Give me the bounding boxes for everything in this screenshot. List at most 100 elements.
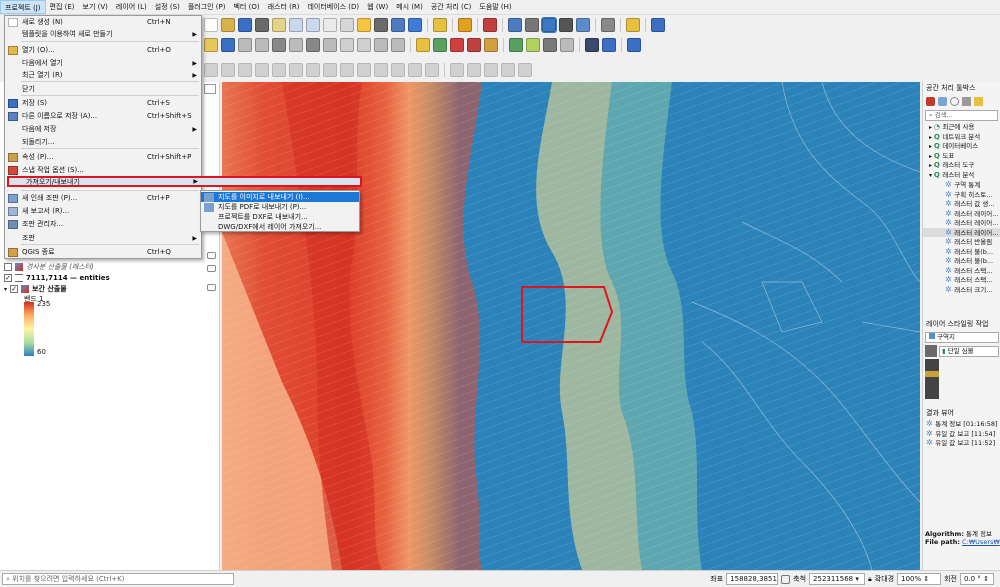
- tool-button-icon[interactable]: [306, 38, 320, 52]
- project-menu-item-0[interactable]: 새로 생성 (N) Ctrl+N: [5, 16, 201, 28]
- tool-button-icon[interactable]: [483, 18, 497, 32]
- tool-button-icon[interactable]: [289, 38, 303, 52]
- result-item[interactable]: ✲ 통계 정보 [01:16:58]: [923, 419, 1000, 429]
- tool-button-icon[interactable]: [626, 18, 640, 32]
- tool-button-icon[interactable]: [272, 18, 286, 32]
- result-item[interactable]: ✲ 유일 값 보고 [11:52]: [923, 438, 1000, 448]
- layer-indicator-icon[interactable]: [207, 265, 216, 272]
- tool-button-icon[interactable]: [204, 18, 218, 32]
- run-icon[interactable]: [926, 96, 935, 106]
- tool-button-icon[interactable]: [391, 38, 405, 52]
- menu-12[interactable]: 도움말 (H): [475, 0, 515, 14]
- toolbox-item-5[interactable]: ▾ Q 래스터 분석: [923, 171, 1000, 181]
- tool-button-icon[interactable]: [340, 63, 354, 77]
- tool-button-icon[interactable]: [374, 38, 388, 52]
- scale-field[interactable]: 252311568 ▾: [809, 573, 866, 585]
- toolbox-item-17[interactable]: ✲ 래스터 크기...: [923, 285, 1000, 295]
- menu-4[interactable]: 설정 (S): [151, 0, 184, 14]
- history-icon[interactable]: [938, 96, 947, 106]
- tool-button-icon[interactable]: [255, 18, 269, 32]
- project-menu-item-17[interactable]: QGIS 종료 Ctrl+Q: [5, 246, 201, 258]
- project-menu-item-16[interactable]: 조판 ▶: [5, 232, 201, 244]
- tool-button-icon[interactable]: [238, 38, 252, 52]
- toolbox-item-7[interactable]: ✲ 구획 히스토...: [923, 190, 1000, 200]
- project-menu-item-13[interactable]: 새 인쇄 조판 (P)... Ctrl+P: [5, 192, 201, 204]
- tool-button-icon[interactable]: [433, 18, 447, 32]
- tool-button-icon[interactable]: [238, 63, 252, 77]
- result-item[interactable]: ✲ 유일 값 보고 [11:54]: [923, 429, 1000, 439]
- project-menu-item-5[interactable]: 닫기: [5, 83, 201, 95]
- tool-button-icon[interactable]: [501, 63, 515, 77]
- tool-button-icon[interactable]: [525, 18, 539, 32]
- layer-indicator-icon[interactable]: [207, 252, 216, 259]
- menu-9[interactable]: 웹 (W): [363, 0, 392, 14]
- toolbox-item-12[interactable]: ✲ 래스터 반올림: [923, 237, 1000, 247]
- tool-button-icon[interactable]: [467, 63, 481, 77]
- menu-10[interactable]: 메시 (M): [392, 0, 427, 14]
- tool-button-icon[interactable]: [602, 38, 616, 52]
- tool-button-icon[interactable]: [289, 63, 303, 77]
- tool-button-icon[interactable]: [204, 38, 218, 52]
- export-submenu-item-3[interactable]: DWG/DXF에서 레이어 가져오기...: [201, 222, 359, 232]
- lock-icon[interactable]: 🔒︎: [868, 575, 872, 584]
- tool-button-icon[interactable]: [601, 18, 615, 32]
- tool-button-icon[interactable]: [357, 18, 371, 32]
- project-menu-item-10[interactable]: 속성 (P)... Ctrl+Shift+P: [5, 151, 201, 163]
- tool-button-icon[interactable]: [467, 38, 481, 52]
- menu-5[interactable]: 플러그인 (P): [184, 0, 230, 14]
- tool-button-icon[interactable]: [357, 63, 371, 77]
- toolbox-item-9[interactable]: ✲ 래스터 레이어...: [923, 209, 1000, 219]
- menu-7[interactable]: 래스터 (R): [264, 0, 304, 14]
- tool-button-icon[interactable]: [518, 63, 532, 77]
- tool-button-icon[interactable]: [509, 38, 523, 52]
- tool-button-icon[interactable]: [323, 18, 337, 32]
- tool-button-icon[interactable]: [408, 18, 422, 32]
- project-menu-item-3[interactable]: 다음에서 열기 ▶: [5, 57, 201, 69]
- tool-button-icon[interactable]: [391, 18, 405, 32]
- renderer-select[interactable]: ▮ 단일 심볼: [939, 345, 999, 357]
- tool-button-icon[interactable]: [255, 38, 269, 52]
- project-menu-item-6[interactable]: 저장 (S) Ctrl+S: [5, 97, 201, 109]
- tool-button-icon[interactable]: [323, 63, 337, 77]
- tool-button-icon[interactable]: [323, 38, 337, 52]
- project-menu-item-8[interactable]: 다음에 저장 ▶: [5, 123, 201, 135]
- results-icon[interactable]: [962, 96, 971, 106]
- tool-button-icon[interactable]: [374, 63, 388, 77]
- clock-icon[interactable]: [950, 96, 959, 106]
- tool-button-icon[interactable]: [272, 63, 286, 77]
- toolbox-item-11[interactable]: ✲ 래스터 레이어...: [923, 227, 1000, 237]
- layer-row-slope[interactable]: 경사분 산출물 (래스터): [4, 262, 94, 272]
- tool-button-icon[interactable]: [484, 38, 498, 52]
- project-menu-item-15[interactable]: 조판 관리자...: [5, 218, 201, 230]
- toolbox-item-14[interactable]: ✲ 래스터 불(b...: [923, 256, 1000, 266]
- tool-button-icon[interactable]: [272, 38, 286, 52]
- export-submenu-item-0[interactable]: 지도를 이미지로 내보내기 (I)...: [201, 192, 359, 202]
- project-menu-item-9[interactable]: 되돌리기...: [5, 136, 201, 148]
- menu-11[interactable]: 공간 처리 (C): [427, 0, 476, 14]
- style-tabs-icon[interactable]: [925, 345, 937, 357]
- toolbox-item-8[interactable]: ✲ 래스터 값 생...: [923, 199, 1000, 209]
- options-icon[interactable]: [974, 96, 983, 106]
- toolbox-item-10[interactable]: ✲ 래스터 레이어...: [923, 218, 1000, 228]
- coordinate-field[interactable]: 158828,385108: [726, 573, 779, 585]
- layer-checkbox[interactable]: [4, 263, 12, 271]
- layer-row-interpolation[interactable]: ▾ ✓ 보간 산출물: [4, 284, 67, 294]
- project-menu-item-1[interactable]: 템플릿을 이용하여 새로 만들기 ▶: [5, 28, 201, 40]
- tool-button-icon[interactable]: [204, 63, 218, 77]
- style-layer-select[interactable]: 구역지: [925, 332, 999, 343]
- tool-button-icon[interactable]: [255, 63, 269, 77]
- tool-button-icon[interactable]: [651, 18, 665, 32]
- project-menu-item-14[interactable]: 새 보고서 (R)...: [5, 205, 201, 217]
- export-submenu-item-1[interactable]: 지도를 PDF로 내보내기 (P)...: [201, 202, 359, 212]
- locator-input[interactable]: ⌕ 위치를 찾으려면 입력하세요 (Ctrl+K): [2, 573, 234, 585]
- tool-button-icon[interactable]: [450, 38, 464, 52]
- panel-close-icon[interactable]: [204, 96, 216, 106]
- tool-button-icon[interactable]: [541, 17, 557, 33]
- coordinate-toggle-icon[interactable]: [781, 574, 791, 584]
- tool-button-icon[interactable]: [559, 18, 573, 32]
- filepath-link[interactable]: C:₩Users₩: [962, 538, 1000, 546]
- tool-button-icon[interactable]: [221, 18, 235, 32]
- tool-button-icon[interactable]: [585, 38, 599, 52]
- layer-row-entities[interactable]: ✓ 7111,7114 — entities: [4, 273, 110, 283]
- tool-button-icon[interactable]: [391, 63, 405, 77]
